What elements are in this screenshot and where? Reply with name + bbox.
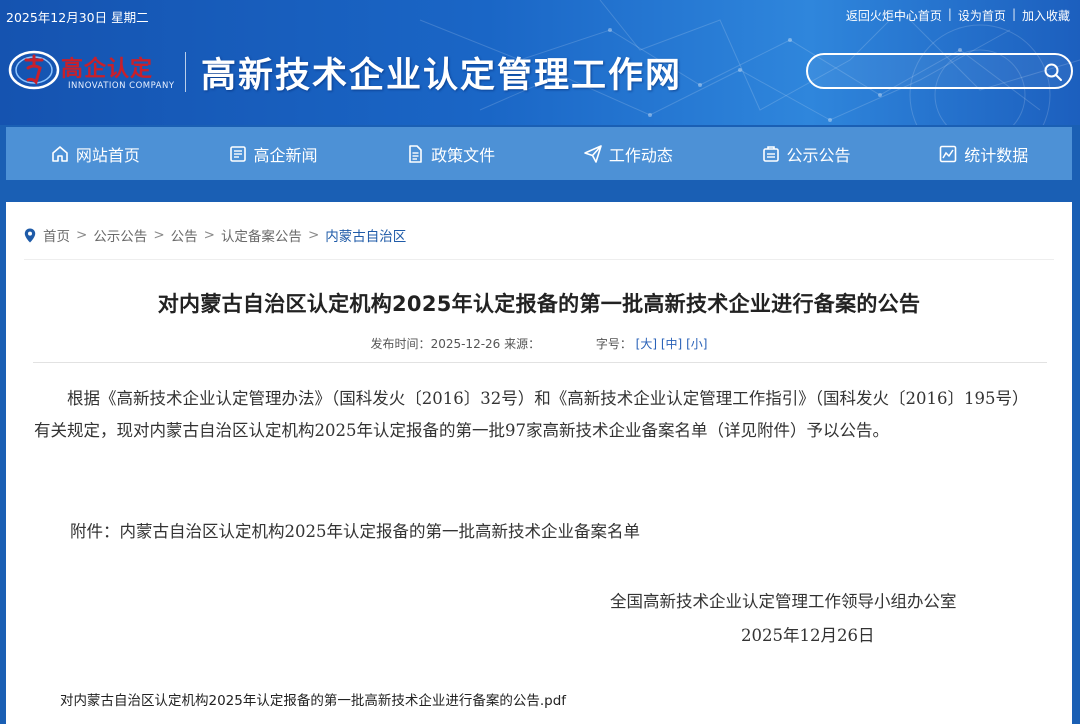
attachment-note: 附件：内蒙古自治区认定机构2025年认定报备的第一批高新技术企业备案名单 [70, 522, 640, 541]
divider [33, 362, 1047, 363]
site-title: 高新技术企业认定管理工作网 [201, 55, 683, 96]
breadcrumb-filing-notice[interactable]: 认定备案公告 [221, 225, 302, 245]
nav-label: 统计数据 [964, 145, 1029, 165]
logo-english-text: INNOVATION COMPANY [68, 81, 175, 91]
set-homepage-link[interactable]: 设为首页 [958, 7, 1006, 24]
logo-chinese-text: 高企认定 [61, 56, 154, 82]
logo-emblem-icon [8, 50, 60, 90]
divider [24, 259, 1054, 260]
nav-label: 政策文件 [431, 145, 496, 165]
nav-news[interactable]: 高企新闻 [184, 127, 362, 180]
source-label: 来源： [504, 337, 541, 351]
news-icon [229, 145, 246, 162]
nav-label: 高企新闻 [253, 145, 318, 165]
search-icon[interactable] [1043, 62, 1063, 82]
nav-statistics[interactable]: 统计数据 [894, 127, 1072, 180]
site-header: 2025年12月30日 星期二 返回火炬中心首页 | 设为首页 | 加入收藏 高… [0, 0, 1080, 125]
nav-label: 工作动态 [608, 145, 673, 165]
breadcrumb-notice[interactable]: 公告 [171, 225, 198, 245]
font-size-label: 字号： [595, 337, 632, 351]
top-links: 返回火炬中心首页 | 设为首页 | 加入收藏 [846, 7, 1070, 24]
search-input[interactable] [820, 61, 1040, 83]
breadcrumb-current[interactable]: 内蒙古自治区 [325, 225, 406, 245]
add-favorite-link[interactable]: 加入收藏 [1022, 7, 1070, 24]
logo-divider [185, 52, 186, 92]
nav-label: 公示公告 [786, 145, 851, 165]
publish-label: 发布时间： [370, 337, 431, 351]
site-logo[interactable]: 高企认定 INNOVATION COMPANY [6, 40, 176, 98]
breadcrumb-separator: > [307, 227, 320, 243]
top-bar: 2025年12月30日 星期二 返回火炬中心首页 | 设为首页 | 加入收藏 [0, 0, 1080, 32]
breadcrumb-separator: > [203, 227, 215, 243]
content-panel: 首页 > 公示公告 > 公告 > 认定备案公告 > 内蒙古自治区 对内蒙古自治区… [6, 202, 1072, 724]
article-meta: 发布时间：2025-12-26 来源： 字号： [大] [中] [小] [6, 335, 1072, 352]
breadcrumb-announcements[interactable]: 公示公告 [93, 225, 147, 245]
nav-policy[interactable]: 政策文件 [361, 127, 539, 180]
pdf-attachment-link[interactable]: 对内蒙古自治区认定机构2025年认定报备的第一批高新技术企业进行备案的公告.pd… [60, 689, 566, 709]
font-size-large[interactable]: [大] [636, 337, 657, 351]
breadcrumb: 首页 > 公示公告 > 公告 > 认定备案公告 > 内蒙古自治区 [24, 225, 406, 245]
nav-announcements[interactable]: 公示公告 [717, 127, 895, 180]
breadcrumb-home[interactable]: 首页 [43, 225, 70, 245]
article-title: 对内蒙古自治区认定机构2025年认定报备的第一批高新技术企业进行备案的公告 [157, 292, 921, 316]
separator: | [1011, 7, 1016, 21]
main-nav: 网站首页 高企新闻 政策文件 工作动态 公示公告 统计数据 [6, 127, 1072, 180]
announcement-icon [762, 145, 779, 162]
separator: | [947, 7, 952, 21]
breadcrumb-separator: > [153, 227, 165, 243]
publish-date: 2025-12-26 [430, 337, 501, 351]
chart-icon [939, 145, 957, 162]
home-icon [52, 145, 68, 162]
article-body: 根据《高新技术企业认定管理办法》（国科发火〔2016〕32号）和《高新技术企业认… [34, 383, 1034, 447]
font-size-small[interactable]: [小] [686, 337, 707, 351]
current-date: 2025年12月30日 星期二 [6, 10, 149, 25]
nav-home[interactable]: 网站首页 [6, 127, 184, 180]
signer: 全国高新技术企业认定管理工作领导小组办公室 [610, 592, 957, 611]
breadcrumb-separator: > [76, 227, 88, 243]
document-icon [409, 144, 422, 163]
nav-label: 网站首页 [75, 145, 140, 165]
paper-plane-icon [584, 144, 602, 163]
back-to-torch-center-link[interactable]: 返回火炬中心首页 [846, 7, 942, 24]
article-paragraph: 根据《高新技术企业认定管理办法》（国科发火〔2016〕32号）和《高新技术企业认… [34, 389, 1029, 440]
sign-date: 2025年12月26日 [741, 626, 875, 645]
location-pin-icon [24, 228, 36, 242]
font-size-medium[interactable]: [中] [661, 337, 682, 351]
search-box[interactable] [806, 53, 1073, 89]
nav-work-news[interactable]: 工作动态 [539, 127, 717, 180]
